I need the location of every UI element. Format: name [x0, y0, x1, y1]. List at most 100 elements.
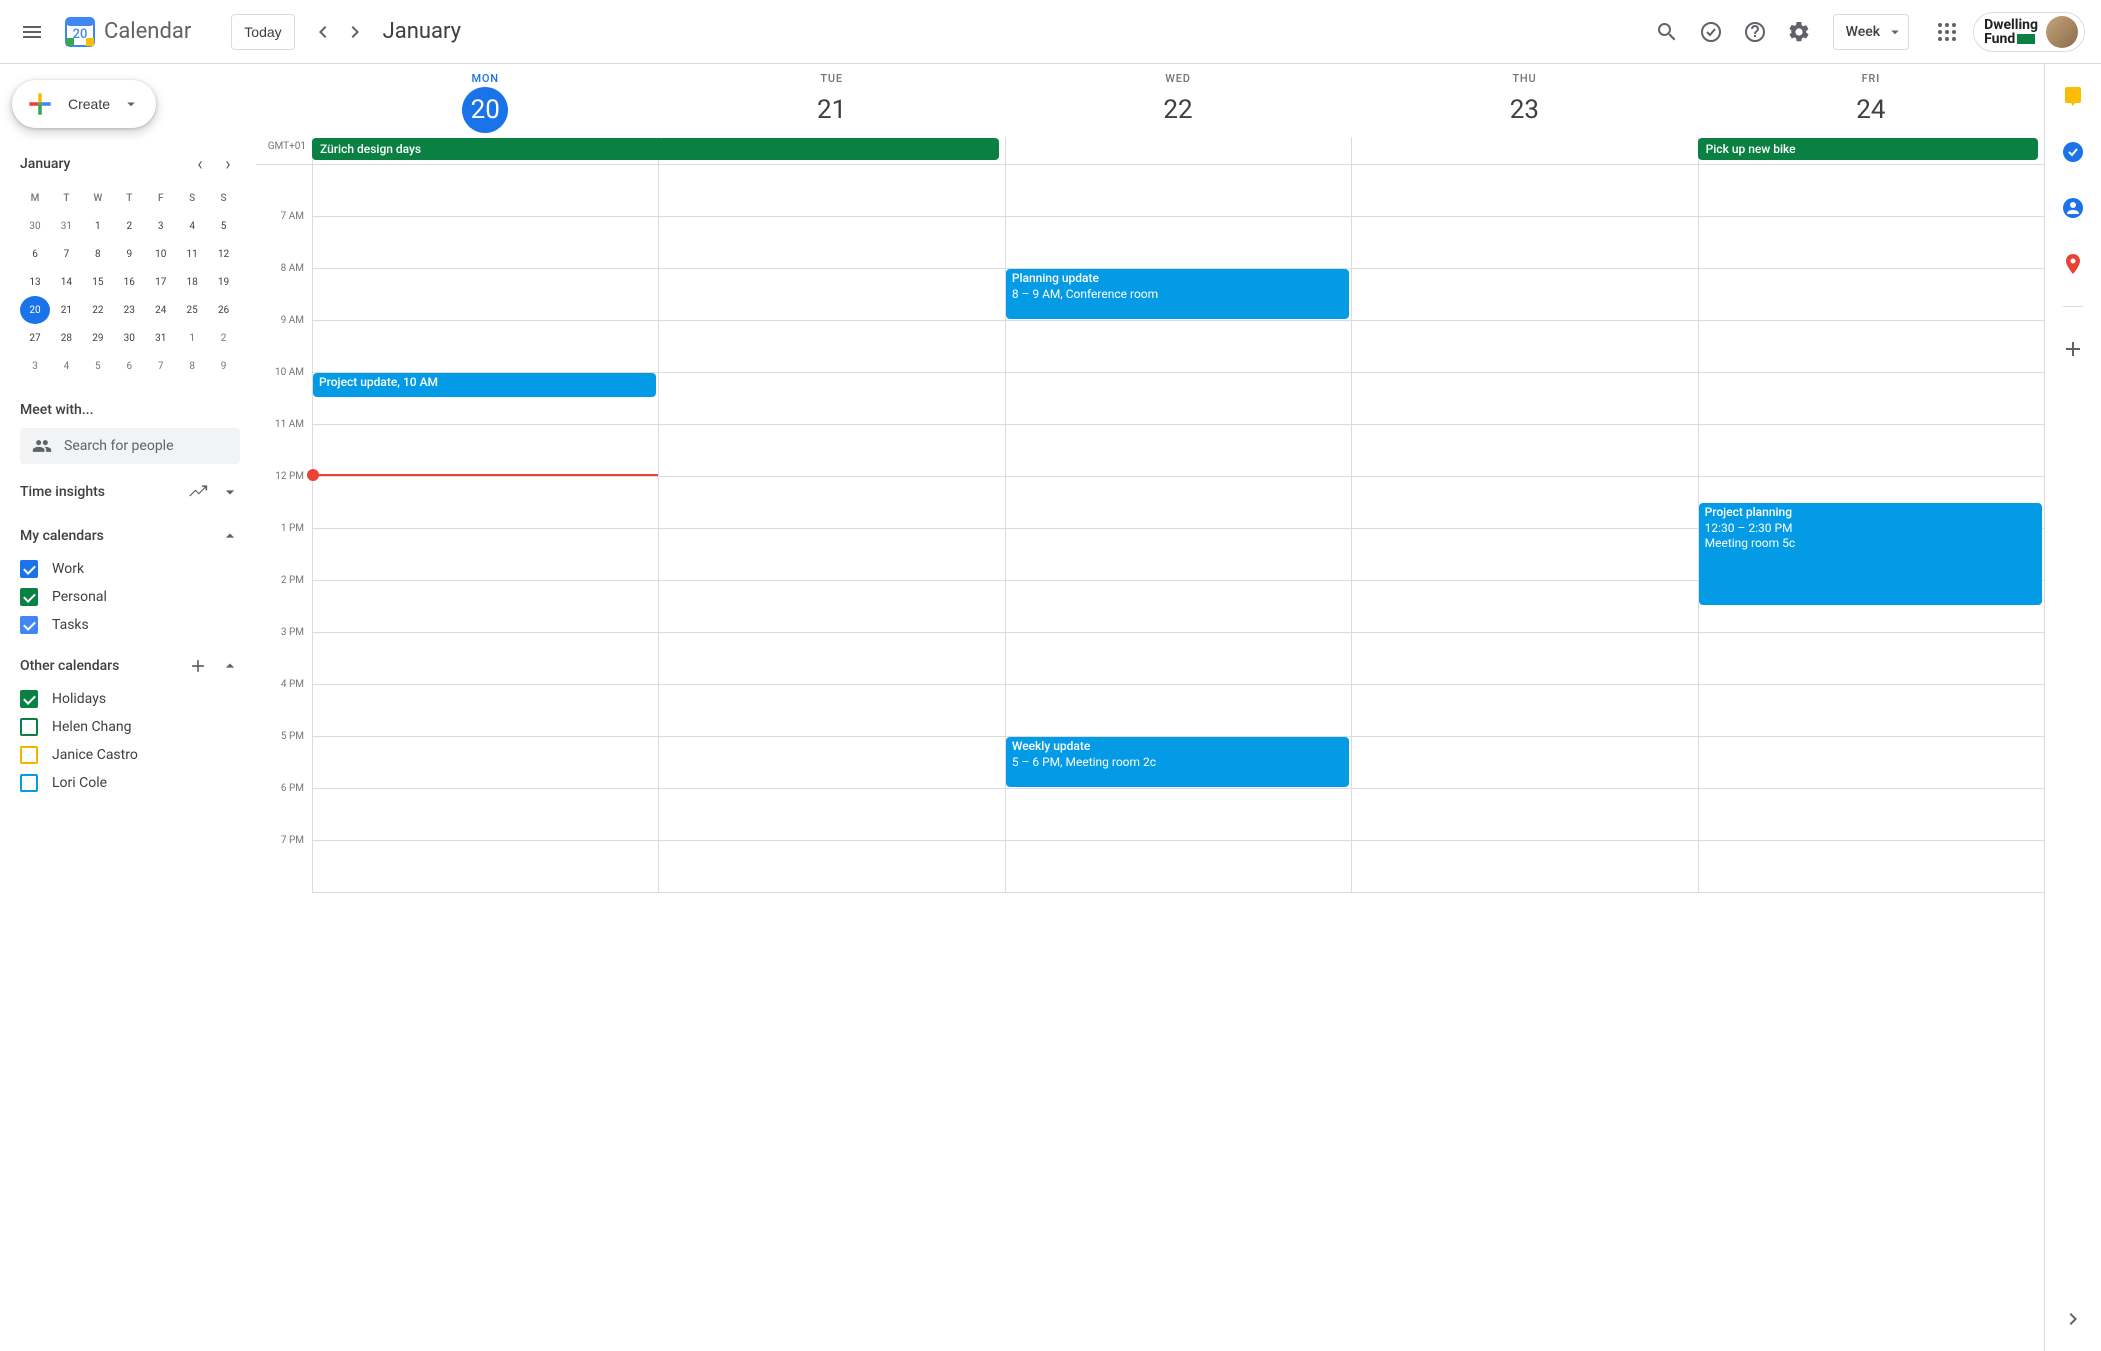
day-column[interactable]: Planning update8 – 9 AM, Conference room…	[1005, 165, 1351, 893]
mini-cal-day[interactable]: 8	[83, 240, 113, 268]
mini-cal-day[interactable]: 7	[146, 352, 176, 380]
mini-cal-day[interactable]: 5	[209, 212, 239, 240]
calendar-item[interactable]: Work	[20, 556, 240, 582]
mini-cal-day[interactable]: 27	[20, 324, 50, 352]
mini-cal-day[interactable]: 4	[51, 352, 81, 380]
main-menu-button[interactable]	[8, 8, 56, 56]
mini-cal-day[interactable]: 6	[114, 352, 144, 380]
calendar-item[interactable]: Lori Cole	[20, 770, 240, 796]
mini-cal-day[interactable]: 14	[51, 268, 81, 296]
add-addon-button[interactable]	[2053, 329, 2093, 369]
calendar-event[interactable]: Project update, 10 AM	[313, 373, 656, 397]
create-button[interactable]: Create	[12, 80, 156, 128]
calendar-event[interactable]: Project planning12:30 – 2:30 PMMeeting r…	[1699, 503, 2042, 605]
tasks-button[interactable]	[2053, 132, 2093, 172]
mini-cal-day[interactable]: 16	[114, 268, 144, 296]
day-column[interactable]: Project planning12:30 – 2:30 PMMeeting r…	[1698, 165, 2044, 893]
mini-cal-day[interactable]: 3	[146, 212, 176, 240]
mini-cal-day[interactable]: 18	[177, 268, 207, 296]
tasks-check-button[interactable]	[1691, 12, 1731, 52]
calendar-item[interactable]: Janice Castro	[20, 742, 240, 768]
mini-cal-prev[interactable]: ‹	[188, 152, 212, 176]
google-apps-button[interactable]	[1927, 12, 1967, 52]
calendar-item[interactable]: Personal	[20, 584, 240, 610]
mini-cal-day[interactable]: 24	[146, 296, 176, 324]
calendar-checkbox[interactable]	[20, 588, 38, 606]
mini-cal-day[interactable]: 25	[177, 296, 207, 324]
mini-cal-day[interactable]: 30	[114, 324, 144, 352]
mini-cal-day[interactable]: 30	[20, 212, 50, 240]
mini-cal-day[interactable]: 20	[20, 296, 50, 324]
account-chip[interactable]: Dwelling Fund	[1973, 12, 2085, 52]
settings-button[interactable]	[1779, 12, 1819, 52]
mini-cal-day[interactable]: 6	[20, 240, 50, 268]
allday-event[interactable]: Pick up new bike	[1698, 138, 2038, 160]
calendar-event[interactable]: Weekly update5 – 6 PM, Meeting room 2c	[1006, 737, 1349, 787]
plus-icon[interactable]	[188, 656, 208, 676]
calendar-checkbox[interactable]	[20, 616, 38, 634]
day-column[interactable]: Project update, 10 AM	[312, 165, 658, 893]
time-insights-toggle[interactable]: Time insights	[20, 476, 240, 508]
mini-cal-day[interactable]: 29	[83, 324, 113, 352]
calendar-checkbox[interactable]	[20, 690, 38, 708]
calendar-checkbox[interactable]	[20, 560, 38, 578]
view-selector[interactable]: Week	[1833, 14, 1909, 50]
day-header[interactable]: WED22	[1005, 64, 1351, 137]
day-column[interactable]	[1351, 165, 1697, 893]
day-header[interactable]: MON20	[312, 64, 658, 137]
mini-cal-day[interactable]: 10	[146, 240, 176, 268]
mini-cal-day[interactable]: 5	[83, 352, 113, 380]
day-column[interactable]	[658, 165, 1004, 893]
mini-cal-day[interactable]: 26	[209, 296, 239, 324]
mini-cal-day[interactable]: 11	[177, 240, 207, 268]
allday-cell[interactable]	[1351, 137, 1697, 164]
mini-cal-next[interactable]: ›	[216, 152, 240, 176]
support-button[interactable]	[1735, 12, 1775, 52]
contacts-button[interactable]	[2053, 188, 2093, 228]
calendar-item[interactable]: Tasks	[20, 612, 240, 638]
mini-cal-day[interactable]: 22	[83, 296, 113, 324]
day-header[interactable]: TUE21	[658, 64, 1004, 137]
mini-cal-day[interactable]: 21	[51, 296, 81, 324]
mini-cal-day[interactable]: 13	[20, 268, 50, 296]
mini-cal-day[interactable]: 31	[51, 212, 81, 240]
mini-cal-day[interactable]: 3	[20, 352, 50, 380]
mini-cal-day[interactable]: 12	[209, 240, 239, 268]
search-people-input[interactable]: Search for people	[20, 428, 240, 464]
mini-cal-day[interactable]: 15	[83, 268, 113, 296]
mini-cal-day[interactable]: 1	[177, 324, 207, 352]
mini-cal-day[interactable]: 1	[83, 212, 113, 240]
keep-button[interactable]	[2053, 76, 2093, 116]
calendar-item[interactable]: Holidays	[20, 686, 240, 712]
allday-cell[interactable]	[1005, 137, 1351, 164]
allday-event[interactable]: Zürich design days	[312, 138, 999, 160]
mini-cal-day[interactable]: 8	[177, 352, 207, 380]
prev-period-button[interactable]	[307, 16, 339, 48]
mini-cal-day[interactable]: 2	[209, 324, 239, 352]
search-button[interactable]	[1647, 12, 1687, 52]
calendar-grid[interactable]: 7 AM8 AM9 AM10 AM11 AM12 PM1 PM2 PM3 PM4…	[256, 165, 2044, 1351]
calendar-checkbox[interactable]	[20, 718, 38, 736]
mini-cal-day[interactable]: 28	[51, 324, 81, 352]
mini-cal-day[interactable]: 31	[146, 324, 176, 352]
mini-cal-day[interactable]: 23	[114, 296, 144, 324]
day-header[interactable]: THU23	[1351, 64, 1697, 137]
mini-cal-day[interactable]: 7	[51, 240, 81, 268]
mini-cal-day[interactable]: 4	[177, 212, 207, 240]
today-button[interactable]: Today	[231, 14, 294, 50]
mini-cal-day[interactable]: 19	[209, 268, 239, 296]
mini-cal-day[interactable]: 9	[209, 352, 239, 380]
calendar-checkbox[interactable]	[20, 746, 38, 764]
calendar-item[interactable]: Helen Chang	[20, 714, 240, 740]
hide-panel-button[interactable]	[2053, 1299, 2093, 1339]
maps-button[interactable]	[2053, 244, 2093, 284]
mini-cal-day[interactable]: 2	[114, 212, 144, 240]
day-header[interactable]: FRI24	[1698, 64, 2044, 137]
calendar-event[interactable]: Planning update8 – 9 AM, Conference room	[1006, 269, 1349, 319]
my-calendars-toggle[interactable]: My calendars	[20, 520, 240, 552]
next-period-button[interactable]	[339, 16, 371, 48]
mini-cal-day[interactable]: 17	[146, 268, 176, 296]
other-calendars-toggle[interactable]: Other calendars	[20, 650, 240, 682]
calendar-checkbox[interactable]	[20, 774, 38, 792]
mini-cal-day[interactable]: 9	[114, 240, 144, 268]
